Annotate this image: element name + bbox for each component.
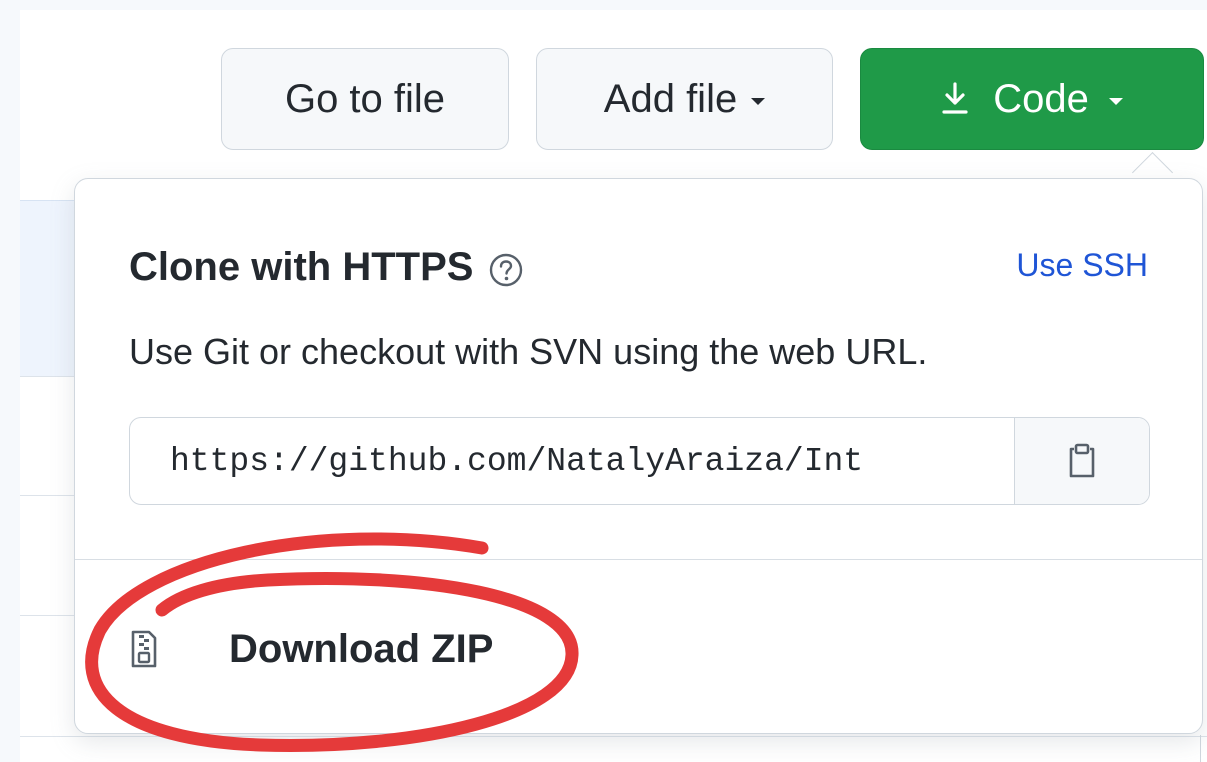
file-list-row-divider: [20, 495, 80, 496]
file-list-edge: [1200, 735, 1201, 762]
clone-title-text: Clone with HTTPS: [129, 245, 474, 289]
caret-down-icon: [1108, 97, 1123, 105]
add-file-button[interactable]: Add file: [536, 48, 833, 150]
clone-popover: Clone with HTTPS Use SSH Use Git or chec…: [74, 178, 1203, 734]
clone-title: Clone with HTTPS: [129, 245, 525, 290]
question-icon[interactable]: [487, 251, 525, 289]
go-to-file-label: Go to file: [284, 76, 446, 121]
download-zip-label: Download ZIP: [229, 626, 494, 671]
copy-url-button[interactable]: [1014, 418, 1149, 504]
download-zip-item[interactable]: Download ZIP: [129, 599, 493, 699]
clone-description: Use Git or checkout with SVN using the w…: [129, 331, 928, 372]
clipboard-icon: [1067, 442, 1097, 480]
code-label: Code: [993, 76, 1089, 121]
file-zip-icon: [129, 629, 159, 669]
download-icon: [941, 81, 969, 117]
popover-divider: [75, 559, 1202, 560]
code-button[interactable]: Code: [860, 48, 1204, 150]
file-list-row-divider: [20, 615, 80, 616]
clone-url-group: [129, 417, 1150, 505]
clone-url-input[interactable]: [130, 418, 1014, 504]
use-ssh-link[interactable]: Use SSH: [1016, 247, 1148, 284]
add-file-label: Add file: [603, 76, 738, 121]
file-list-header-band: [20, 200, 80, 377]
caret-down-icon: [751, 97, 766, 105]
go-to-file-button[interactable]: Go to file: [221, 48, 509, 150]
file-list-row-divider: [20, 736, 1207, 737]
